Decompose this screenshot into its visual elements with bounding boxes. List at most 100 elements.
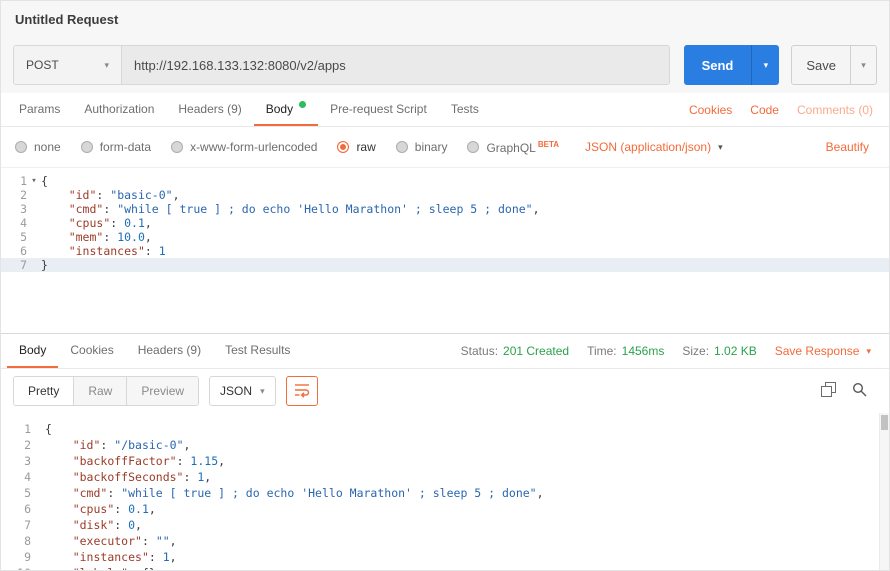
- code-line-5[interactable]: 5 "cmd": "while [ true ] ; do echo 'Hell…: [1, 485, 889, 501]
- line-number: 7: [1, 258, 27, 272]
- response-tab-cookies[interactable]: Cookies: [58, 334, 125, 368]
- code-line-3[interactable]: 3 "backoffFactor": 1.15,: [1, 453, 889, 469]
- body-type-bar: none form-data x-www-form-urlencoded raw…: [1, 127, 889, 167]
- copy-icon: [821, 382, 836, 400]
- tab-headers[interactable]: Headers (9): [166, 93, 253, 126]
- view-mode-group: Pretty Raw Preview: [13, 376, 199, 406]
- code-line-8[interactable]: 8 "executor": "",: [1, 533, 889, 549]
- fold-arrow-icon[interactable]: ▾: [27, 174, 41, 188]
- fold-spacer: [27, 216, 41, 230]
- scrollbar-thumb[interactable]: [881, 415, 888, 430]
- search-button[interactable]: [852, 382, 867, 400]
- fold-spacer: [31, 469, 45, 485]
- tab-pre-request-script[interactable]: Pre-request Script: [318, 93, 439, 126]
- language-select[interactable]: JSON ▾: [209, 376, 276, 406]
- body-type-raw[interactable]: raw: [337, 140, 375, 154]
- request-body-editor[interactable]: 1▾{2 "id": "basic-0",3 "cmd": "while [ t…: [1, 167, 889, 333]
- code-line-1[interactable]: 1▾{: [1, 174, 889, 188]
- save-button-group: Save ▾: [791, 45, 877, 85]
- content-type-select[interactable]: JSON (application/json) ▾: [585, 140, 723, 154]
- body-type-form-data[interactable]: form-data: [81, 140, 151, 154]
- comments-link[interactable]: Comments (0): [797, 103, 873, 117]
- code-text: "labels": {},: [45, 565, 889, 570]
- save-response-button[interactable]: Save Response ▾: [775, 344, 871, 358]
- body-type-label: GraphQLBETA: [486, 140, 559, 155]
- response-tab-body[interactable]: Body: [7, 334, 58, 368]
- code-line-5[interactable]: 5 "mem": 10.0,: [1, 230, 889, 244]
- method-select[interactable]: POST ▾: [14, 46, 122, 84]
- code-link[interactable]: Code: [750, 103, 779, 117]
- fold-spacer: [31, 565, 45, 570]
- chevron-down-icon: ▾: [861, 61, 866, 70]
- send-button[interactable]: Send: [684, 45, 752, 85]
- line-number: 3: [1, 202, 27, 216]
- tab-params[interactable]: Params: [7, 93, 72, 126]
- body-type-x-www-form-urlencoded[interactable]: x-www-form-urlencoded: [171, 140, 317, 154]
- view-preview-button[interactable]: Preview: [126, 377, 198, 405]
- code-line-3[interactable]: 3 "cmd": "while [ true ] ; do echo 'Hell…: [1, 202, 889, 216]
- radio-icon: [467, 141, 479, 153]
- code-line-2[interactable]: 2 "id": "/basic-0",: [1, 437, 889, 453]
- url-input[interactable]: [122, 46, 669, 84]
- save-dropdown-button[interactable]: ▾: [850, 46, 876, 84]
- status-value: 201 Created: [503, 344, 569, 358]
- request-title-bar: Untitled Request: [1, 1, 889, 37]
- beta-badge: BETA: [538, 140, 559, 149]
- time-value: 1456ms: [622, 344, 665, 358]
- code-text: "cmd": "while [ true ] ; do echo 'Hello …: [45, 485, 889, 501]
- response-tab-test-results[interactable]: Test Results: [213, 334, 302, 368]
- body-type-label: x-www-form-urlencoded: [190, 140, 317, 154]
- line-number: 1: [1, 174, 27, 188]
- code-text: "id": "/basic-0",: [45, 437, 889, 453]
- language-label: JSON: [220, 384, 252, 398]
- code-line-6[interactable]: 6 "instances": 1: [1, 244, 889, 258]
- code-line-6[interactable]: 6 "cpus": 0.1,: [1, 501, 889, 517]
- beautify-link[interactable]: Beautify: [826, 140, 875, 154]
- copy-button[interactable]: [821, 382, 836, 400]
- size-meta: Size: 1.02 KB: [682, 344, 756, 358]
- send-button-group: Send ▾: [684, 45, 780, 85]
- tab-authorization[interactable]: Authorization: [72, 93, 166, 126]
- code-line-4[interactable]: 4 "backoffSeconds": 1,: [1, 469, 889, 485]
- line-number: 8: [1, 533, 31, 549]
- wrap-line-button[interactable]: [286, 376, 318, 406]
- code-line-7[interactable]: 7}: [1, 258, 889, 272]
- code-text: "executor": "",: [45, 533, 889, 549]
- response-tab-headers[interactable]: Headers (9): [126, 334, 213, 368]
- code-line-10[interactable]: 10 "labels": {},: [1, 565, 889, 570]
- save-button[interactable]: Save: [792, 46, 850, 84]
- view-raw-button[interactable]: Raw: [73, 377, 126, 405]
- code-text: "instances": 1,: [45, 549, 889, 565]
- code-line-4[interactable]: 4 "cpus": 0.1,: [1, 216, 889, 230]
- code-line-2[interactable]: 2 "id": "basic-0",: [1, 188, 889, 202]
- request-url-bar: POST ▾ Send ▾ Save ▾: [1, 37, 889, 93]
- size-value: 1.02 KB: [714, 344, 757, 358]
- time-meta: Time: 1456ms: [587, 344, 664, 358]
- request-tab-links: Cookies Code Comments (0): [689, 93, 883, 126]
- postman-window: Untitled Request POST ▾ Send ▾ Save ▾ Pa…: [0, 0, 890, 571]
- fold-spacer: [31, 453, 45, 469]
- tab-label: Pre-request Script: [330, 102, 427, 116]
- cookies-link[interactable]: Cookies: [689, 103, 732, 117]
- request-title: Untitled Request: [15, 12, 118, 27]
- code-line-7[interactable]: 7 "disk": 0,: [1, 517, 889, 533]
- body-type-binary[interactable]: binary: [396, 140, 448, 154]
- tab-body[interactable]: Body: [254, 93, 318, 126]
- radio-icon: [396, 141, 408, 153]
- tab-tests[interactable]: Tests: [439, 93, 491, 126]
- response-scrollbar[interactable]: [879, 413, 889, 570]
- fold-spacer: [27, 258, 41, 272]
- chevron-down-icon: ▾: [718, 143, 723, 152]
- body-type-none[interactable]: none: [15, 140, 61, 154]
- code-text: "instances": 1: [41, 244, 889, 258]
- wrap-text-icon: [294, 382, 310, 401]
- body-type-graphql[interactable]: GraphQLBETA: [467, 140, 559, 155]
- view-pretty-button[interactable]: Pretty: [14, 377, 73, 405]
- tab-label: Tests: [451, 102, 479, 116]
- send-dropdown-button[interactable]: ▾: [751, 45, 779, 85]
- response-body-editor[interactable]: 1{2 "id": "/basic-0",3 "backoffFactor": …: [1, 413, 889, 570]
- content-type-label: JSON (application/json): [585, 140, 711, 154]
- code-line-9[interactable]: 9 "instances": 1,: [1, 549, 889, 565]
- code-line-1[interactable]: 1{: [1, 421, 889, 437]
- code-text: "disk": 0,: [45, 517, 889, 533]
